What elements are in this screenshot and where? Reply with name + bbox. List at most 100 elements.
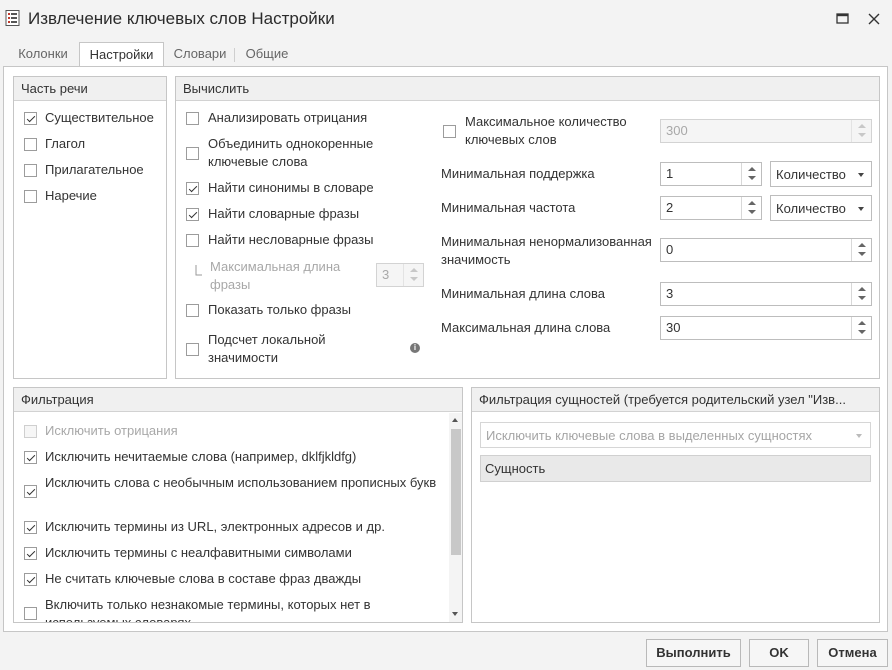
min-frequency-stepper[interactable] bbox=[741, 197, 761, 219]
min-support-unit-select[interactable]: Количество bbox=[770, 161, 872, 187]
chevron-down-icon bbox=[858, 173, 864, 177]
max-keywords-checkbox[interactable] bbox=[443, 125, 456, 138]
settings-content: Часть речи Существительное Глагол Прилаг… bbox=[3, 66, 888, 632]
exclude-unusual-caps-label: Исключить слова с необычным использовани… bbox=[45, 475, 437, 490]
step-up-icon[interactable] bbox=[858, 243, 866, 247]
min-frequency-value: 2 bbox=[666, 200, 674, 215]
max-keywords-label: Максимальное количество ключевых слов bbox=[465, 114, 627, 147]
filter-scroll-thumb[interactable] bbox=[451, 429, 461, 555]
exclude-unreadable-label: Исключить нечитаемые слова (например, dk… bbox=[45, 449, 357, 464]
exclude-url-terms-label: Исключить термины из URL, электронных ад… bbox=[45, 519, 385, 534]
max-keywords-value: 300 bbox=[666, 123, 688, 138]
step-down-icon[interactable] bbox=[858, 252, 866, 256]
step-down-icon[interactable] bbox=[748, 210, 756, 214]
min-unnormalized-stepper[interactable] bbox=[851, 239, 871, 261]
pos-noun-checkbox[interactable] bbox=[24, 112, 37, 125]
tab-columns[interactable]: Колонки bbox=[7, 42, 79, 67]
pos-verb-checkbox[interactable] bbox=[24, 138, 37, 151]
max-word-length-stepper[interactable] bbox=[851, 317, 871, 339]
min-word-length-value: 3 bbox=[666, 286, 674, 301]
chevron-down-icon bbox=[858, 207, 864, 211]
maximize-icon[interactable] bbox=[833, 9, 853, 29]
entity-filter-panel-title: Фильтрация сущностей (требуется родитель… bbox=[472, 388, 879, 412]
min-support-stepper[interactable] bbox=[741, 163, 761, 185]
step-up-icon bbox=[410, 268, 418, 272]
analyze-negations-checkbox[interactable] bbox=[186, 112, 199, 125]
max-phrase-length-input: 3 bbox=[376, 263, 424, 287]
min-word-length-stepper[interactable] bbox=[851, 283, 871, 305]
scroll-down-icon[interactable] bbox=[452, 612, 458, 616]
no-double-count-label: Не считать ключевые слова в составе фраз… bbox=[45, 571, 362, 586]
min-support-unit-value: Количество bbox=[776, 167, 846, 182]
max-keywords-stepper bbox=[851, 120, 871, 142]
min-support-label: Минимальная поддержка bbox=[441, 166, 595, 181]
min-unnormalized-label: Минимальная ненормализованная значимость bbox=[441, 234, 652, 267]
pos-adverb-checkbox[interactable] bbox=[24, 190, 37, 203]
min-word-length-input[interactable]: 3 bbox=[660, 282, 872, 306]
exclude-unusual-caps-checkbox[interactable] bbox=[24, 485, 37, 498]
analyze-negations-label: Анализировать отрицания bbox=[208, 110, 368, 125]
no-double-count-checkbox[interactable] bbox=[24, 573, 37, 586]
only-unknown-terms-checkbox[interactable] bbox=[24, 607, 37, 620]
min-frequency-input[interactable]: 2 bbox=[660, 196, 762, 220]
pos-noun-label: Существительное bbox=[45, 110, 154, 125]
max-word-length-value: 30 bbox=[666, 320, 681, 335]
merge-cognates-checkbox[interactable] bbox=[186, 147, 199, 160]
pos-adverb-label: Наречие bbox=[45, 188, 97, 203]
exclude-nonalpha-label: Исключить термины с неалфавитными символ… bbox=[45, 545, 352, 560]
entity-column-header[interactable]: Сущность bbox=[480, 455, 871, 482]
entity-filter-panel: Фильтрация сущностей (требуется родитель… bbox=[471, 387, 880, 623]
step-up-icon[interactable] bbox=[748, 201, 756, 205]
pos-panel: Часть речи Существительное Глагол Прилаг… bbox=[13, 76, 167, 379]
find-synonyms-checkbox[interactable] bbox=[186, 182, 199, 195]
ok-button[interactable]: OK bbox=[749, 639, 809, 667]
max-word-length-input[interactable]: 30 bbox=[660, 316, 872, 340]
max-word-length-label: Максимальная длина слова bbox=[441, 320, 611, 335]
min-word-length-label: Минимальная длина слова bbox=[441, 286, 606, 301]
step-down-icon[interactable] bbox=[858, 330, 866, 334]
step-down-icon bbox=[410, 277, 418, 281]
scroll-up-icon[interactable] bbox=[452, 418, 458, 422]
compute-panel-title: Вычислить bbox=[176, 77, 879, 101]
show-only-phrases-label: Показать только фразы bbox=[208, 302, 351, 317]
tab-settings[interactable]: Настройки bbox=[79, 42, 164, 68]
min-frequency-unit-select[interactable]: Количество bbox=[770, 195, 872, 221]
step-down-icon[interactable] bbox=[748, 176, 756, 180]
tab-general[interactable]: Общие bbox=[235, 42, 299, 67]
find-nondict-phrases-label: Найти несловарные фразы bbox=[208, 232, 374, 247]
step-up-icon[interactable] bbox=[858, 287, 866, 291]
close-icon[interactable] bbox=[864, 9, 884, 29]
info-icon[interactable]: i bbox=[410, 343, 420, 353]
filter-panel: Фильтрация Исключить отрицания Исключить… bbox=[13, 387, 463, 623]
cancel-button[interactable]: Отмена bbox=[817, 639, 888, 667]
pos-adjective-label: Прилагательное bbox=[45, 162, 144, 177]
local-significance-checkbox[interactable] bbox=[186, 343, 199, 356]
max-keywords-input: 300 bbox=[660, 119, 872, 143]
merge-cognates-label: Объединить однокоренные ключевые слова bbox=[208, 136, 374, 169]
min-support-input[interactable]: 1 bbox=[660, 162, 762, 186]
filter-scrollbar[interactable] bbox=[449, 413, 462, 622]
min-frequency-unit-value: Количество bbox=[776, 201, 846, 216]
entity-exclude-value: Исключить ключевые слова в выделенных су… bbox=[486, 428, 813, 443]
window-title: Извлечение ключевых слов Настройки bbox=[28, 9, 335, 28]
min-support-value: 1 bbox=[666, 166, 674, 181]
pos-adjective-checkbox[interactable] bbox=[24, 164, 37, 177]
show-only-phrases-checkbox[interactable] bbox=[186, 304, 199, 317]
pos-panel-title: Часть речи bbox=[14, 77, 166, 101]
min-unnormalized-input[interactable]: 0 bbox=[660, 238, 872, 262]
step-up-icon[interactable] bbox=[748, 167, 756, 171]
find-dict-phrases-checkbox[interactable] bbox=[186, 208, 199, 221]
exclude-unreadable-checkbox[interactable] bbox=[24, 451, 37, 464]
title-bar: Извлечение ключевых слов Настройки bbox=[0, 0, 892, 38]
tab-dictionaries[interactable]: Словари bbox=[165, 42, 235, 67]
step-up-icon bbox=[858, 124, 866, 128]
find-nondict-phrases-checkbox[interactable] bbox=[186, 234, 199, 247]
step-up-icon[interactable] bbox=[858, 321, 866, 325]
exclude-negations-checkbox bbox=[24, 425, 37, 438]
filter-panel-title: Фильтрация bbox=[14, 388, 462, 412]
indent-connector-icon bbox=[195, 265, 202, 276]
run-button[interactable]: Выполнить bbox=[646, 639, 741, 667]
exclude-nonalpha-checkbox[interactable] bbox=[24, 547, 37, 560]
step-down-icon[interactable] bbox=[858, 296, 866, 300]
exclude-url-terms-checkbox[interactable] bbox=[24, 521, 37, 534]
